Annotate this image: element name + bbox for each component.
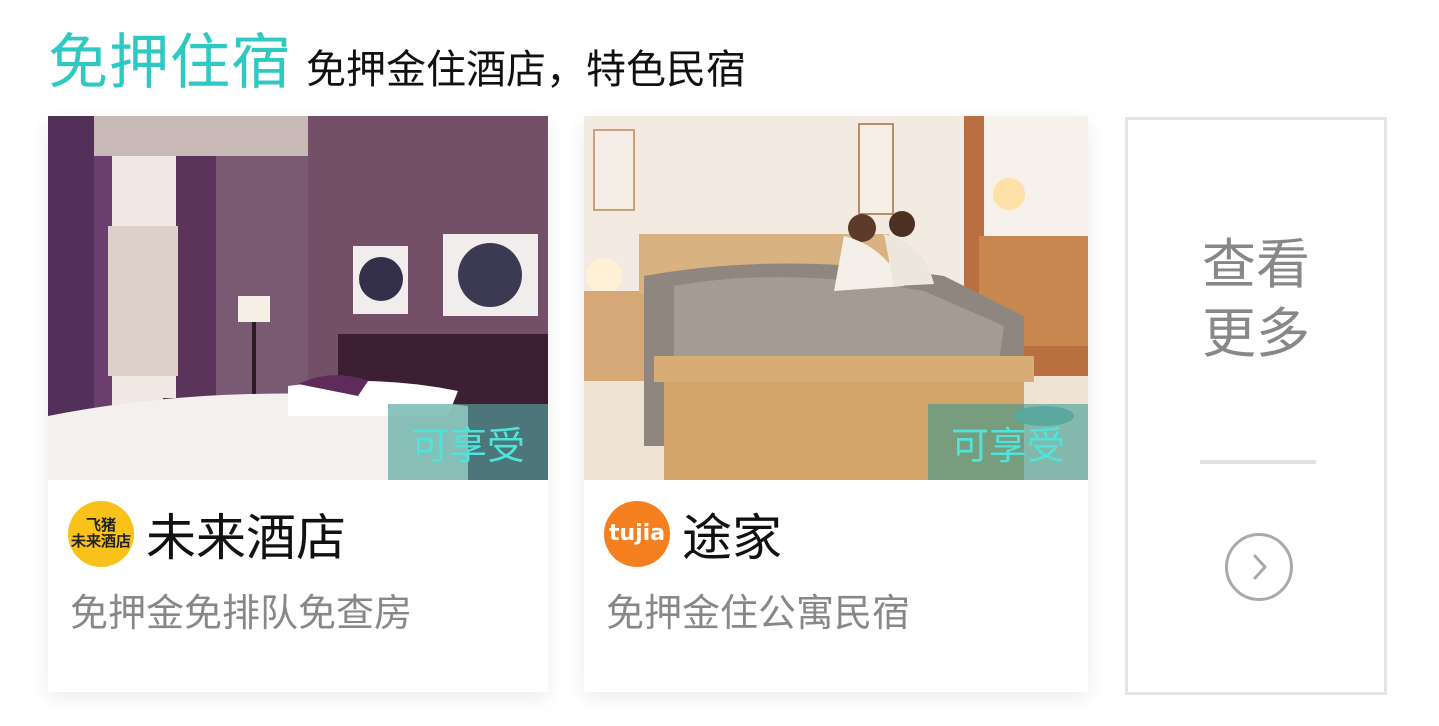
tujia-logo-icon: tujia (604, 501, 670, 567)
fliggy-logo-icon: 飞猪 未来酒店 (68, 501, 134, 567)
view-more-label: 查看 更多 (1202, 233, 1310, 366)
brand-name: 途家 (682, 509, 782, 567)
section-title: 免押住宿 (48, 28, 292, 98)
brand-description: 免押金免排队免查房 (70, 591, 413, 635)
hotel-card-tujia[interactable]: 可享受 tujia 途家 免押金住公寓民宿 (584, 116, 1088, 692)
chevron-right-icon[interactable] (1225, 533, 1293, 601)
section-header: 免押住宿 免押金住酒店，特色民宿 (48, 14, 746, 101)
enjoy-badge: 可享受 (388, 404, 548, 480)
brand-row: tujia 途家 (604, 498, 782, 570)
apartment-room-photo: 可享受 (584, 116, 1088, 480)
brand-name: 未来酒店 (146, 509, 346, 567)
hotel-room-photo: 可享受 (48, 116, 548, 480)
view-more-card[interactable]: 查看 更多 (1125, 117, 1387, 695)
divider (1200, 460, 1316, 464)
hotel-card-weilai[interactable]: 可享受 飞猪 未来酒店 未来酒店 免押金免排队免查房 (48, 116, 548, 692)
brand-row: 飞猪 未来酒店 未来酒店 (68, 498, 346, 570)
brand-description: 免押金住公寓民宿 (606, 591, 911, 635)
enjoy-badge: 可享受 (928, 404, 1088, 480)
section-subtitle: 免押金住酒店，特色民宿 (306, 47, 746, 93)
